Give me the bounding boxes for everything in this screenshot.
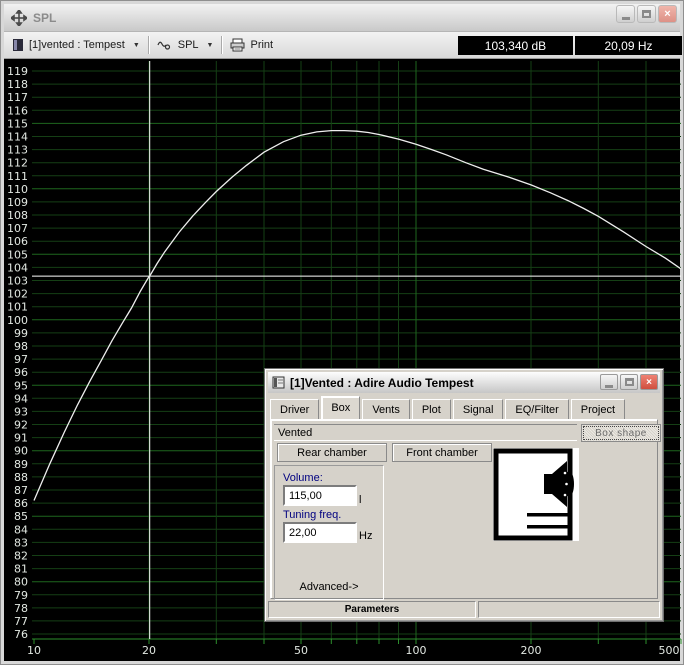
y-tick-label: 87 bbox=[14, 484, 28, 497]
y-tick-label: 80 bbox=[14, 576, 28, 589]
dialog-maximize-button[interactable] bbox=[620, 374, 638, 390]
document-icon bbox=[272, 376, 285, 389]
tuning-freq-input[interactable]: 22,00 bbox=[283, 522, 357, 543]
y-tick-label: 103 bbox=[7, 275, 28, 288]
x-tick-label: 200 bbox=[521, 644, 542, 657]
volume-input[interactable]: 115,00 bbox=[283, 485, 357, 506]
y-tick-label: 82 bbox=[14, 550, 28, 563]
box-parameters-dialog: [1]Vented : Adire Audio Tempest × Driver… bbox=[264, 368, 664, 622]
y-tick-label: 101 bbox=[7, 301, 28, 314]
y-tick-label: 76 bbox=[14, 628, 28, 641]
y-tick-label: 98 bbox=[14, 340, 28, 353]
dialog-minimize-button[interactable] bbox=[600, 374, 618, 390]
y-tick-label: 99 bbox=[14, 327, 28, 340]
y-tick-label: 102 bbox=[7, 288, 28, 301]
y-tick-label: 104 bbox=[7, 261, 28, 274]
y-tick-label: 113 bbox=[7, 144, 28, 157]
y-tick-label: 96 bbox=[14, 366, 28, 379]
y-tick-label: 78 bbox=[14, 602, 28, 615]
y-tick-label: 94 bbox=[14, 392, 28, 405]
close-icon: × bbox=[646, 377, 652, 388]
y-tick-label: 84 bbox=[14, 523, 28, 536]
tab-plot[interactable]: Plot bbox=[412, 399, 451, 419]
x-tick-label: 50 bbox=[294, 644, 308, 657]
x-tick-label: 10 bbox=[27, 644, 41, 657]
maximize-icon bbox=[625, 378, 634, 386]
dialog-close-button[interactable]: × bbox=[640, 374, 658, 390]
tuning-freq-label: Tuning freq. bbox=[283, 509, 341, 521]
box-type-panel: Vented bbox=[274, 424, 577, 441]
y-tick-label: 88 bbox=[14, 471, 28, 484]
y-tick-label: 89 bbox=[14, 458, 28, 471]
advanced-button[interactable]: Advanced-> bbox=[275, 581, 383, 593]
y-tick-label: 110 bbox=[7, 183, 28, 196]
tab-box[interactable]: Box bbox=[321, 396, 360, 419]
y-tick-label: 111 bbox=[7, 170, 28, 183]
y-tick-label: 106 bbox=[7, 235, 28, 248]
y-tick-label: 116 bbox=[7, 104, 28, 117]
y-tick-label: 86 bbox=[14, 497, 28, 510]
y-tick-label: 77 bbox=[14, 615, 28, 628]
y-tick-label: 93 bbox=[14, 405, 28, 418]
y-tick-label: 100 bbox=[7, 314, 28, 327]
y-tick-label: 115 bbox=[7, 117, 28, 130]
dialog-caption-buttons: × bbox=[600, 374, 658, 390]
status-panel-empty bbox=[478, 601, 660, 618]
tab-signal[interactable]: Signal bbox=[453, 399, 504, 419]
dialog-title: [1]Vented : Adire Audio Tempest bbox=[290, 376, 474, 390]
y-tick-label: 92 bbox=[14, 419, 28, 432]
rear-chamber-button[interactable]: Rear chamber bbox=[277, 443, 387, 462]
y-tick-label: 109 bbox=[7, 196, 28, 209]
y-tick-label: 95 bbox=[14, 379, 28, 392]
minimize-icon bbox=[605, 385, 613, 388]
spl-window: SPL × [1]vented : Tempest ▼ SPL ▼ bbox=[0, 0, 684, 665]
y-tick-label: 85 bbox=[14, 510, 28, 523]
y-tick-label: 91 bbox=[14, 432, 28, 445]
tab-eq-filter[interactable]: EQ/Filter bbox=[505, 399, 568, 419]
y-tick-label: 79 bbox=[14, 589, 28, 602]
tuning-freq-unit: Hz bbox=[359, 530, 372, 542]
y-tick-label: 83 bbox=[14, 536, 28, 549]
tab-driver[interactable]: Driver bbox=[270, 399, 319, 419]
box-type-value: Vented bbox=[278, 427, 312, 439]
dialog-tabs: DriverBoxVentsPlotSignalEQ/FilterProject bbox=[270, 397, 658, 419]
x-tick-label: 500 bbox=[659, 644, 680, 657]
y-tick-label: 108 bbox=[7, 209, 28, 222]
box-cross-section-diagram bbox=[493, 448, 579, 541]
y-tick-label: 107 bbox=[7, 222, 28, 235]
y-tick-label: 117 bbox=[7, 91, 28, 104]
y-tick-label: 97 bbox=[14, 353, 28, 366]
y-tick-label: 90 bbox=[14, 445, 28, 458]
volume-label: Volume: bbox=[283, 472, 323, 484]
y-tick-label: 119 bbox=[7, 65, 28, 78]
y-tick-label: 81 bbox=[14, 563, 28, 576]
box-tab-page: Vented Box shape Rear chamber Front cham… bbox=[270, 419, 658, 599]
front-chamber-button[interactable]: Front chamber bbox=[392, 443, 492, 462]
tab-project[interactable]: Project bbox=[571, 399, 625, 419]
y-tick-label: 112 bbox=[7, 157, 28, 170]
y-tick-label: 105 bbox=[7, 248, 28, 261]
y-tick-label: 118 bbox=[7, 78, 28, 91]
x-tick-label: 20 bbox=[142, 644, 156, 657]
y-tick-label: 114 bbox=[7, 131, 28, 144]
status-panel-parameters[interactable]: Parameters bbox=[268, 601, 476, 618]
tab-vents[interactable]: Vents bbox=[362, 399, 410, 419]
rear-chamber-panel: Volume: 115,00 l Tuning freq. 22,00 Hz A… bbox=[274, 465, 384, 600]
volume-unit: l bbox=[359, 494, 361, 506]
dialog-status-bar: Parameters bbox=[268, 601, 660, 618]
x-tick-label: 100 bbox=[406, 644, 427, 657]
box-shape-button[interactable]: Box shape bbox=[581, 424, 661, 442]
